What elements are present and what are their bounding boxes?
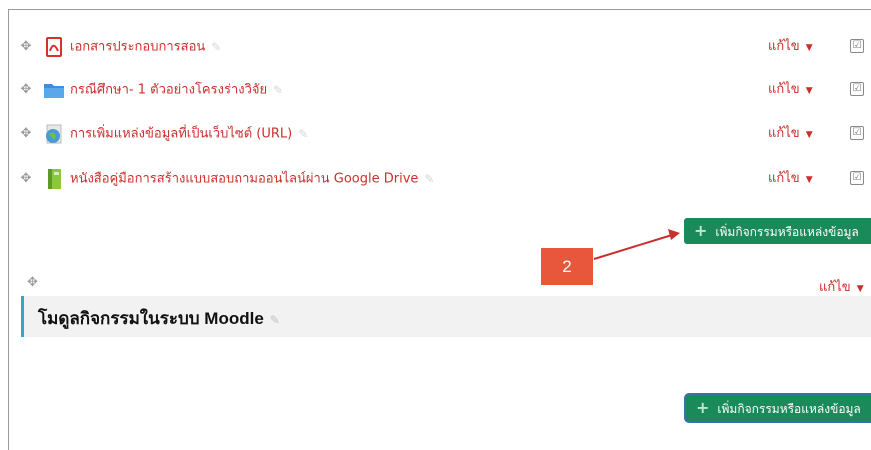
move-handle-icon[interactable]: ✥ (27, 275, 38, 290)
move-handle-icon[interactable]: ✥ (19, 172, 33, 186)
globe-url-icon (46, 124, 62, 144)
add-activity-button[interactable]: + เพิ่มกิจกรรมหรือแหล่งข้อมูล (684, 218, 871, 244)
pencil-icon[interactable]: ✎ (270, 313, 280, 327)
edit-menu[interactable]: แก้ไข ▼ (768, 37, 813, 58)
edit-menu[interactable]: แก้ไข ▼ (768, 80, 813, 101)
caret-down-icon: ▼ (805, 43, 813, 53)
completion-checkbox[interactable]: ☑ (850, 126, 864, 140)
completion-checkbox[interactable]: ☑ (850, 82, 864, 96)
activity-row: ✥ เอกสารประกอบการสอน ✎ แก้ไข ▼ ☑ (0, 34, 871, 62)
activity-row: ✥ การเพิ่มแหล่งข้อมูลที่เป็นเว็บไซต์ (UR… (0, 121, 871, 149)
completion-checkbox[interactable]: ☑ (850, 171, 864, 185)
book-icon (48, 169, 61, 189)
pencil-icon[interactable]: ✎ (273, 80, 283, 100)
pdf-icon (46, 37, 62, 57)
move-handle-icon[interactable]: ✥ (19, 127, 33, 141)
section-title: โมดูลกิจกรรมในระบบ Moodle ✎ (21, 296, 871, 337)
plus-icon: + (694, 221, 708, 240)
activity-link[interactable]: การเพิ่มแหล่งข้อมูลที่เป็นเว็บไซต์ (URL)… (70, 124, 308, 145)
annotation-badge: 2 (541, 248, 593, 285)
pencil-icon[interactable]: ✎ (298, 124, 308, 144)
activity-link[interactable]: กรณีศึกษา- 1 ตัวอย่างโครงร่างวิจัย ✎ (70, 80, 283, 101)
activity-row: ✥ หนังสือคู่มือการสร้างแบบสอบถามออนไลน์ผ… (0, 166, 871, 194)
section-edit-menu[interactable]: แก้ไข ▼ (819, 276, 864, 297)
edit-menu[interactable]: แก้ไข ▼ (768, 124, 813, 145)
caret-down-icon: ▼ (805, 175, 813, 185)
caret-down-icon: ▼ (805, 130, 813, 140)
folder-icon (44, 84, 64, 98)
annotation-arrow (593, 229, 680, 260)
move-handle-icon[interactable]: ✥ (19, 83, 33, 97)
edit-menu[interactable]: แก้ไข ▼ (768, 169, 813, 190)
add-activity-button[interactable]: + เพิ่มกิจกรรมหรือแหล่งข้อมูล (686, 395, 871, 421)
pencil-icon[interactable]: ✎ (211, 37, 221, 57)
caret-down-icon: ▼ (856, 284, 864, 294)
activity-row: ✥ กรณีศึกษา- 1 ตัวอย่างโครงร่างวิจัย ✎ แก… (0, 77, 871, 105)
move-handle-icon[interactable]: ✥ (19, 40, 33, 54)
caret-down-icon: ▼ (805, 86, 813, 96)
pencil-icon[interactable]: ✎ (424, 169, 434, 189)
activity-link[interactable]: หนังสือคู่มือการสร้างแบบสอบถามออนไลน์ผ่า… (70, 169, 434, 190)
plus-icon: + (696, 398, 710, 417)
completion-checkbox[interactable]: ☑ (850, 39, 864, 53)
activity-link[interactable]: เอกสารประกอบการสอน ✎ (70, 37, 221, 58)
section-title-text: โมดูลกิจกรรมในระบบ Moodle ✎ (38, 309, 280, 328)
